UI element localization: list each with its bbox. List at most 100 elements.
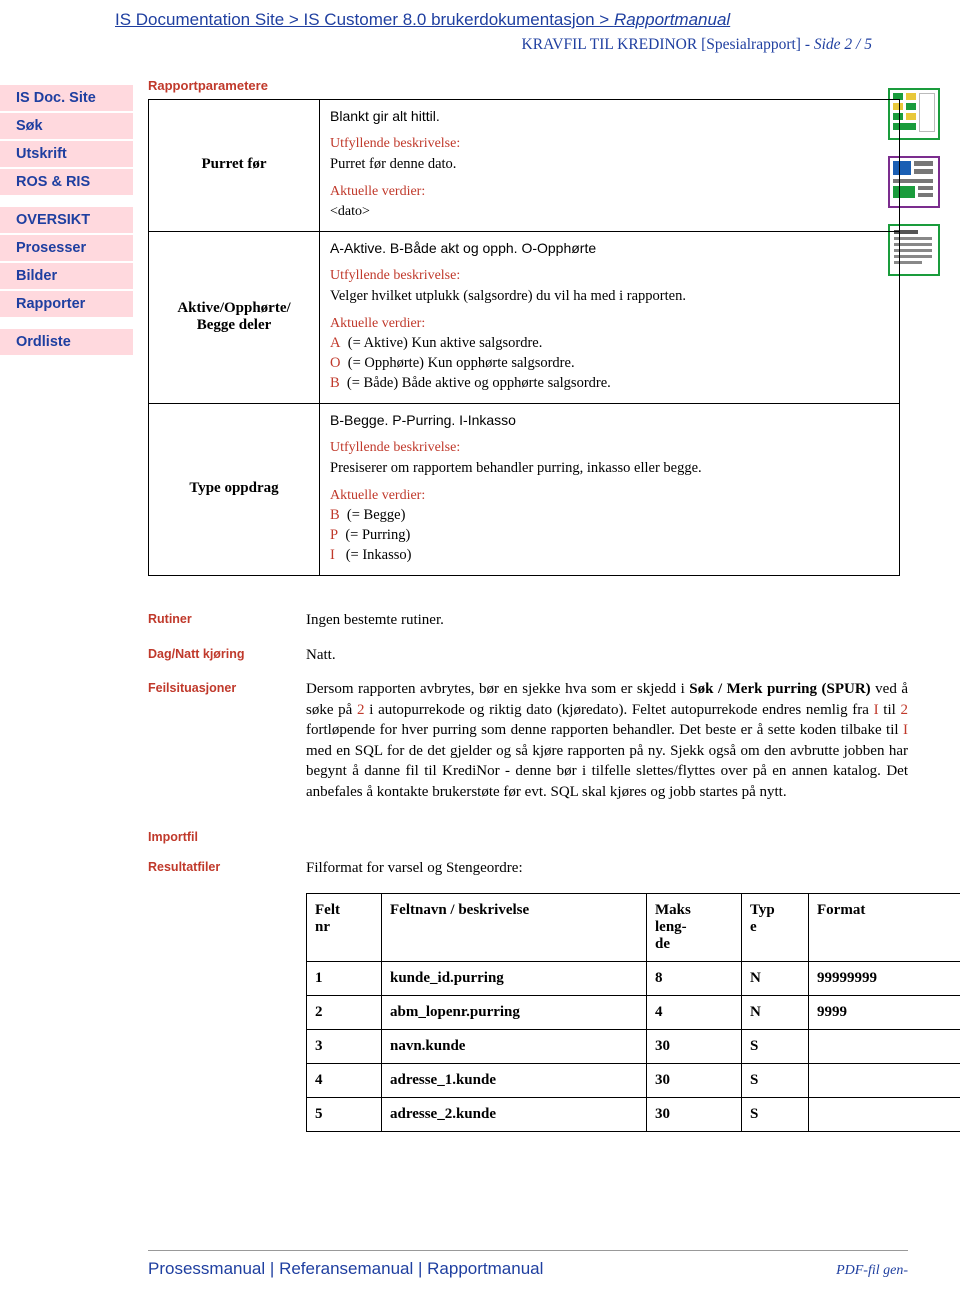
breadcrumb-plain: IS Documentation Site > IS Customer 8.0 …: [115, 10, 614, 29]
row-label: Dag/Natt kjøring: [148, 646, 245, 661]
row-text: [300, 828, 908, 844]
cell-feltnavn: kunde_id.purring: [381, 960, 647, 996]
sidebar-item-is-doc-site[interactable]: IS Doc. Site: [0, 85, 133, 111]
sidebar-item-rapporter[interactable]: Rapporter: [0, 291, 133, 317]
breadcrumb[interactable]: IS Documentation Site > IS Customer 8.0 …: [115, 10, 930, 30]
page-header: IS Documentation Site > IS Customer 8.0 …: [0, 0, 960, 54]
detail-rows: Rutiner Ingen bestemte rutiner. Dag/Natt…: [148, 610, 908, 879]
table-row: 3 navn.kunde 30 S: [306, 1028, 960, 1064]
cell-feltnavn: adresse_1.kunde: [381, 1062, 647, 1098]
cell-feltnr: 2: [306, 994, 382, 1030]
params-heading: Rapportparametere: [148, 78, 268, 93]
column-header-feltnr: Felt nr: [306, 892, 382, 962]
row-text: Ingen bestemte rutiner.: [306, 612, 444, 628]
row-text: Natt.: [306, 646, 336, 663]
table-row: Type oppdrag B-Begge. P-Purring. I-Inkas…: [148, 403, 900, 576]
param-value-code: B: [330, 507, 340, 523]
cell-makslengde: 4: [646, 994, 742, 1030]
cell-type: S: [741, 1096, 809, 1132]
result-file-format-table: Felt nr Feltnavn / beskrivelse Maks leng-d…: [306, 892, 960, 1132]
param-aktuelle-label: Aktuelle verdier:: [330, 316, 426, 331]
subtitle-page: Side 2 / 5: [813, 36, 872, 53]
table-row: Purret før Blankt gir alt hittil. Utfyll…: [148, 99, 900, 232]
row-text: Filformat for varsel og Stengeordre:: [306, 860, 523, 876]
param-head: Blankt gir alt hittil.: [330, 108, 440, 124]
param-aktuelle-label: Aktuelle verdier:: [330, 488, 426, 503]
row-label: Rutiner: [148, 612, 192, 626]
row-text: Dersom rapporten avbrytes, bør en sjekke…: [306, 681, 908, 800]
row-label: Feilsituasjoner: [148, 681, 237, 695]
cell-type: S: [741, 1062, 809, 1098]
table-row: 1 kunde_id.purring 8 N 99999999: [306, 960, 960, 996]
param-head: A-Aktive. B-Både akt og opph. O-Opphørte: [330, 240, 597, 256]
cell-format: [808, 1096, 960, 1132]
footer-link-prosessmanual[interactable]: Prosessmanual: [148, 1259, 265, 1278]
cell-type: N: [741, 994, 809, 1030]
sidebar-item-prosesser[interactable]: Prosesser: [0, 235, 133, 261]
cell-makslengde: 30: [646, 1096, 742, 1132]
cell-feltnr: 1: [306, 960, 382, 996]
param-desc-text: Purret før denne dato.: [330, 156, 457, 172]
column-header-type: Typ e: [741, 892, 809, 962]
param-desc-text: Presiserer om rapportem behandler purrin…: [330, 460, 702, 476]
cell-feltnr: 3: [306, 1028, 382, 1064]
sidebar-item-bilder[interactable]: Bilder: [0, 263, 133, 289]
param-aktuelle-label: Aktuelle verdier:: [330, 184, 426, 199]
cell-makslengde: 30: [646, 1028, 742, 1064]
cell-feltnr: 4: [306, 1062, 382, 1098]
param-utfyllende-label: Utfyllende beskrivelse:: [330, 440, 461, 455]
param-utfyllende-label: Utfyllende beskrivelse:: [330, 136, 461, 151]
sidebar: IS Doc. Site Søk Utskrift ROS & RIS OVER…: [0, 85, 133, 357]
footer-link-rapportmanual[interactable]: Rapportmanual: [427, 1259, 543, 1278]
cell-format: [808, 1062, 960, 1098]
column-header-feltnavn: Feltnavn / beskrivelse: [381, 892, 647, 962]
param-head: B-Begge. P-Purring. I-Inkasso: [330, 412, 516, 428]
row-label: Resultatfiler: [148, 860, 221, 874]
param-value-code: O: [330, 355, 341, 371]
footer-links: Prosessmanual | Referansemanual | Rappor…: [148, 1259, 543, 1279]
row-label: Importfil: [148, 830, 198, 844]
param-value-text: (= Aktive) Kun aktive salgsordre.: [347, 335, 543, 351]
cell-format: [808, 1028, 960, 1064]
param-value-text: (= Begge): [346, 507, 406, 523]
row-resultatfiler: Resultatfiler Filformat for varsel og St…: [148, 858, 908, 879]
param-value: A (= Aktive) Kun aktive salgsordre.: [330, 334, 889, 353]
param-description: B-Begge. P-Purring. I-Inkasso Utfyllende…: [319, 403, 900, 576]
param-value-code: I: [330, 547, 335, 563]
cell-type: S: [741, 1028, 809, 1064]
sidebar-item-utskrift[interactable]: Utskrift: [0, 141, 133, 167]
param-value: O (= Opphørte) Kun opphørte salgsordre.: [330, 354, 889, 373]
main-content: Rapportparametere Purret før Blankt gir …: [148, 78, 960, 1132]
sidebar-item-ordliste[interactable]: Ordliste: [0, 329, 133, 355]
param-value-text: (= Inkasso): [345, 547, 412, 563]
param-value-code: A: [330, 335, 341, 351]
param-value: B (= Begge): [330, 506, 889, 525]
param-value-code: P: [330, 527, 339, 543]
sidebar-item-sok[interactable]: Søk: [0, 113, 133, 139]
row-rutiner: Rutiner Ingen bestemte rutiner.: [148, 610, 908, 631]
param-value: B (= Både) Både aktive og opphørte salgs…: [330, 374, 889, 393]
page-subtitle: KRAVFIL TIL KREDINOR [Spesialrapport] - …: [115, 36, 930, 54]
param-value-text: (= Opphørte) Kun opphørte salgsordre.: [347, 355, 575, 371]
table-row: 4 adresse_1.kunde 30 S: [306, 1062, 960, 1098]
row-importfil: Importfil: [148, 828, 908, 844]
sidebar-item-ros-ris[interactable]: ROS & RIS: [0, 169, 133, 195]
param-desc-text: Velger hvilket utplukk (salgsordre) du v…: [330, 288, 686, 304]
cell-format: 9999: [808, 994, 960, 1030]
breadcrumb-current: Rapportmanual: [613, 10, 731, 29]
param-value: I (= Inkasso): [330, 546, 889, 565]
param-value: P (= Purring): [330, 526, 889, 545]
footer-link-referansemanual[interactable]: Referansemanual: [279, 1259, 413, 1278]
row-dag-natt-kjoring: Dag/Natt kjøring Natt.: [148, 645, 908, 666]
param-value-code: B: [330, 375, 340, 391]
param-value: <dato>: [330, 204, 370, 219]
cell-feltnr: 5: [306, 1096, 382, 1132]
cell-feltnavn: abm_lopenr.purring: [381, 994, 647, 1030]
cell-format: 99999999: [808, 960, 960, 996]
sidebar-item-oversikt[interactable]: OVERSIKT: [0, 207, 133, 233]
cell-feltnavn: adresse_2.kunde: [381, 1096, 647, 1132]
footer-separator: |: [418, 1259, 423, 1278]
footer-separator: |: [269, 1259, 275, 1278]
page: IS Documentation Site > IS Customer 8.0 …: [0, 0, 960, 1297]
cell-type: N: [741, 960, 809, 996]
